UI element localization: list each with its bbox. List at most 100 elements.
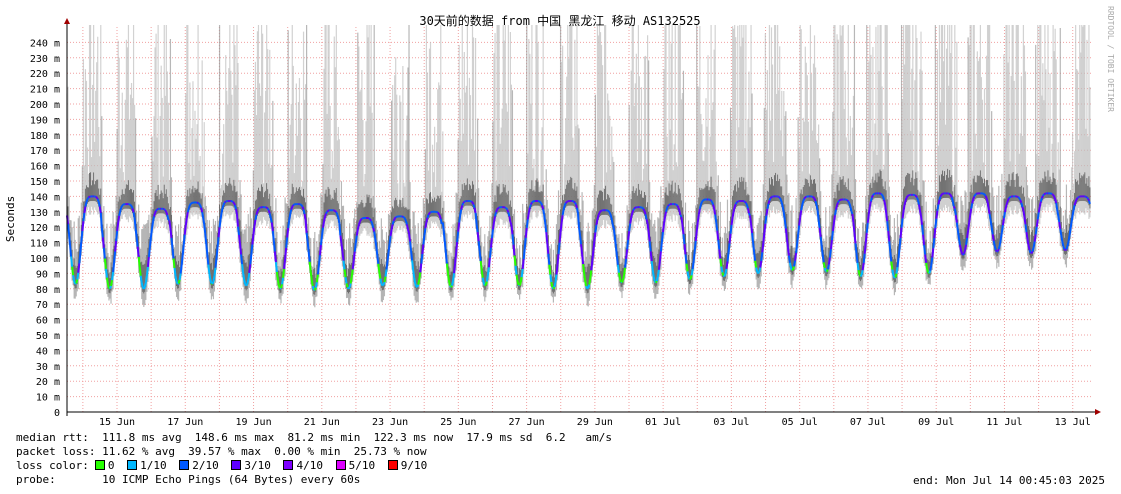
median-segment	[685, 263, 689, 272]
median-segment	[675, 203, 678, 207]
median-segment	[830, 230, 834, 241]
median-segment	[557, 242, 561, 254]
median-segment	[905, 195, 909, 198]
median-segment	[404, 218, 407, 222]
median-segment	[318, 244, 322, 256]
median-segment	[559, 222, 563, 233]
median-segment	[666, 205, 669, 209]
median-segment	[529, 202, 533, 205]
median-segment	[279, 287, 282, 290]
loss-swatch-label: 9/10	[400, 459, 434, 472]
median-segment	[556, 253, 560, 265]
median-segment	[256, 208, 260, 212]
median-segment	[614, 246, 618, 256]
median-segment	[659, 241, 663, 252]
median-segment	[266, 208, 270, 211]
median-segment	[368, 217, 371, 220]
median-segment	[201, 211, 205, 219]
median-segment	[781, 206, 785, 213]
median-segment	[490, 229, 494, 239]
median-segment	[1033, 234, 1037, 242]
median-segment	[948, 192, 951, 195]
median-segment	[1027, 245, 1031, 251]
median-segment	[163, 208, 166, 211]
median-segment	[631, 209, 635, 214]
median-segment	[899, 227, 903, 238]
median-segment	[1087, 198, 1090, 202]
median-segment	[165, 211, 169, 216]
median-segment	[97, 201, 101, 207]
median-segment	[663, 216, 667, 224]
median-segment	[972, 196, 976, 200]
median-segment	[239, 244, 243, 255]
median-segment	[970, 203, 974, 209]
median-segment	[779, 199, 783, 203]
median-segment	[528, 204, 532, 209]
median-segment	[630, 212, 634, 218]
median-segment	[1042, 193, 1045, 197]
median-segment	[656, 269, 660, 277]
x-axis-arrow	[1095, 409, 1101, 415]
median-segment	[856, 262, 860, 271]
median-segment	[281, 277, 285, 285]
median-segment	[664, 211, 668, 218]
x-tick-label: 11 Jul	[986, 417, 1022, 428]
median-segment	[579, 235, 583, 245]
median-segment	[248, 264, 252, 274]
median-segment	[1004, 206, 1007, 213]
x-tick-label: 03 Jul	[713, 417, 749, 428]
median-segment	[642, 208, 646, 212]
median-segment	[778, 197, 782, 200]
median-segment	[1064, 248, 1068, 252]
median-segment	[286, 227, 290, 238]
median-segment	[718, 249, 722, 259]
median-segment	[731, 211, 735, 218]
median-segment	[893, 276, 896, 279]
median-segment	[914, 194, 917, 197]
median-segment	[920, 215, 924, 225]
median-segment	[174, 275, 178, 282]
median-segment	[471, 202, 475, 205]
median-segment	[497, 206, 500, 209]
median-segment	[760, 252, 764, 261]
median-segment	[869, 197, 873, 202]
median-segment	[1075, 197, 1079, 200]
median-segment	[1074, 198, 1078, 202]
median-segment	[992, 240, 996, 247]
median-segment	[590, 260, 594, 271]
median-segment	[1022, 210, 1026, 218]
median-segment	[681, 224, 685, 235]
median-segment	[594, 224, 598, 233]
median-segment	[607, 210, 611, 214]
median-segment	[689, 277, 692, 281]
y-tick-label: 210 m	[30, 85, 60, 96]
median-segment	[369, 218, 372, 222]
median-segment	[728, 233, 732, 244]
median-segment	[623, 267, 627, 276]
median-segment	[933, 227, 937, 239]
median-segment	[658, 251, 662, 262]
median-segment	[991, 234, 995, 242]
median-segment	[299, 203, 303, 206]
median-segment	[801, 200, 805, 206]
median-segment	[997, 244, 1001, 250]
median-segment	[384, 269, 388, 277]
median-segment	[507, 211, 511, 217]
median-segment	[884, 204, 888, 214]
median-segment	[484, 284, 487, 287]
median-segment	[989, 220, 993, 228]
median-segment	[564, 201, 568, 204]
median-segment	[493, 216, 497, 223]
median-segment	[356, 224, 360, 230]
median-segment	[539, 201, 542, 204]
y-tick-label: 20 m	[36, 377, 60, 388]
median-segment	[647, 231, 651, 242]
median-segment	[445, 263, 449, 274]
median-segment	[111, 271, 115, 281]
median-segment	[495, 209, 499, 213]
median-segment	[829, 239, 833, 250]
median-segment	[494, 211, 498, 217]
median-segment	[967, 222, 971, 231]
median-segment	[1019, 199, 1023, 204]
median-segment	[452, 273, 456, 281]
